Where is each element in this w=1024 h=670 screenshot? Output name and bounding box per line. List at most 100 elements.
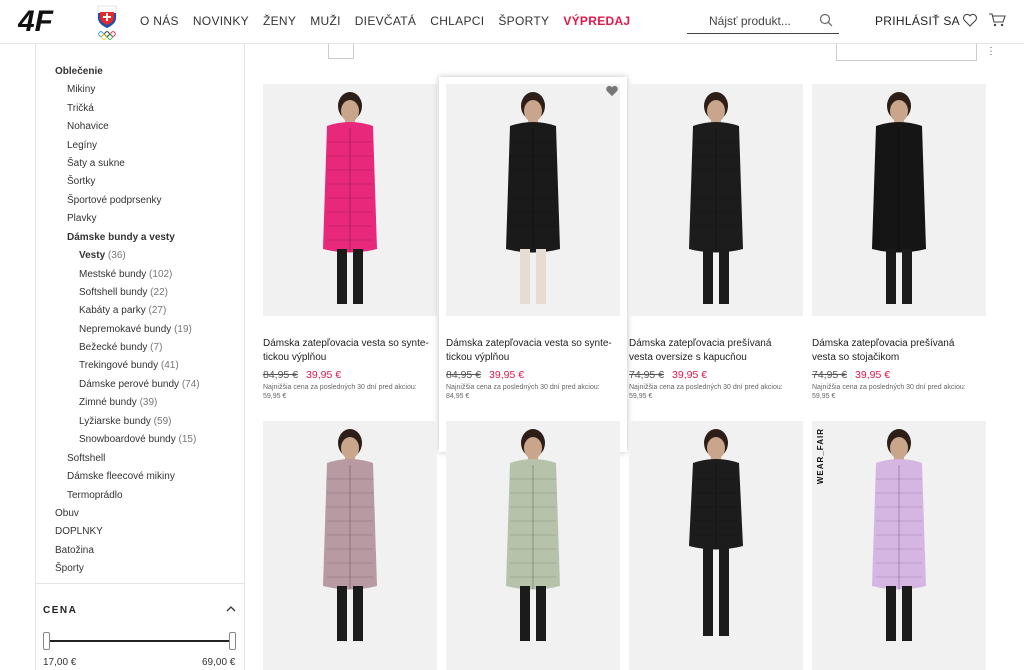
sidebar-item[interactable]: Snowboardové bundy (15) bbox=[79, 434, 196, 445]
sidebar-item[interactable]: Bežecké bundy (7) bbox=[79, 342, 162, 353]
product-prices: 74,95 € 39,95 € bbox=[629, 369, 707, 381]
product-image[interactable] bbox=[263, 84, 437, 316]
nav-chlapci[interactable]: CHLAPCI bbox=[430, 14, 484, 28]
sidebar-item-count: (102) bbox=[149, 269, 173, 280]
product-image[interactable] bbox=[263, 421, 437, 670]
view-toggle[interactable] bbox=[328, 44, 354, 59]
sidebar-item[interactable]: Šaty a sukne bbox=[67, 158, 125, 169]
sidebar-item[interactable]: Plavky bbox=[67, 213, 96, 224]
product-card[interactable] bbox=[812, 421, 986, 670]
sidebar-item-label: Oblečenie bbox=[55, 66, 103, 77]
sidebar-item[interactable]: Batožina bbox=[55, 545, 94, 556]
product-image[interactable] bbox=[812, 84, 986, 316]
product-image[interactable] bbox=[629, 421, 803, 670]
nav-novinky[interactable]: NOVINKY bbox=[193, 14, 249, 28]
sidebar-item[interactable]: Obuv bbox=[55, 508, 79, 519]
sidebar-item[interactable]: Kabáty a parky (27) bbox=[79, 305, 166, 316]
sidebar-item-label: Mestské bundy bbox=[79, 269, 147, 280]
lowest-price-value: 59,95 € bbox=[812, 393, 836, 400]
product-prices: 84,95 € 39,95 € bbox=[446, 369, 524, 381]
sidebar-item[interactable]: DOPLNKY bbox=[55, 526, 103, 537]
price-slider-min-handle[interactable] bbox=[43, 632, 50, 650]
sidebar-item[interactable]: Nepremokavé bundy (19) bbox=[79, 324, 192, 335]
heart-icon[interactable] bbox=[962, 12, 978, 28]
sidebar-item[interactable]: Softshell bbox=[67, 453, 105, 464]
sidebar-item[interactable]: Zimné bundy (39) bbox=[79, 397, 157, 408]
product-card[interactable] bbox=[629, 421, 803, 670]
sidebar-item[interactable]: Šortky bbox=[67, 176, 95, 187]
product-prices: 84,95 € 39,95 € bbox=[263, 369, 341, 381]
sale-price: 39,95 € bbox=[489, 369, 525, 381]
sale-price: 39,95 € bbox=[855, 369, 891, 381]
product-title[interactable]: Dámska zatepľovacia prešívaná vesta overs… bbox=[629, 337, 807, 365]
sidebar-item[interactable]: Dámske bundy a vesty bbox=[67, 232, 175, 243]
sidebar-item-label: Zimné bundy bbox=[79, 397, 137, 408]
brand-logo[interactable]: 4F bbox=[18, 6, 82, 36]
chevron-up-icon[interactable] bbox=[225, 603, 237, 615]
sidebar-item[interactable]: Oblečenie bbox=[55, 66, 103, 77]
lowest-price-value: 59,95 € bbox=[263, 393, 287, 400]
sidebar-item-count: (27) bbox=[148, 305, 167, 316]
model-figure bbox=[506, 429, 560, 641]
nav-zeny[interactable]: ŽENY bbox=[263, 14, 296, 28]
product-image[interactable] bbox=[812, 421, 986, 670]
sidebar-item[interactable]: Legíny bbox=[67, 140, 97, 151]
nav-dievcata[interactable]: DIEVČATÁ bbox=[355, 14, 417, 28]
sidebar-item[interactable]: Softshell bundy (22) bbox=[79, 287, 168, 298]
sidebar-item-count: (39) bbox=[139, 397, 158, 408]
search-input[interactable] bbox=[687, 9, 807, 33]
sidebar-item[interactable]: Dámske fleecové mikiny bbox=[67, 471, 175, 482]
cart-icon[interactable] bbox=[988, 12, 1006, 28]
sidebar-item-label: Legíny bbox=[67, 140, 98, 151]
sidebar-item-label: Trekingové bundy bbox=[79, 360, 159, 371]
sidebar-item[interactable]: Termoprádlo bbox=[67, 490, 123, 501]
price-slider-max-handle[interactable] bbox=[229, 632, 236, 650]
sidebar-item-count: (22) bbox=[150, 287, 168, 298]
nav-vypredaj[interactable]: VÝPREDAJ bbox=[563, 14, 630, 28]
product-title-line: Dámska zatepľovacia vesta so synte- bbox=[446, 338, 612, 349]
sidebar-item-label: Šortky bbox=[67, 176, 96, 187]
search-icon[interactable] bbox=[819, 13, 833, 27]
product-card[interactable]: Dámska zatepľovacia vesta so synte-ticko… bbox=[439, 77, 627, 452]
lowest-price-note: Najnižšia cena za posledných 30 dní pred… bbox=[812, 383, 988, 401]
old-price: 84,95 € bbox=[446, 369, 482, 381]
sidebar-item-label: Termoprádlo bbox=[67, 490, 123, 501]
sidebar-item[interactable]: Mikiny bbox=[67, 84, 95, 95]
product-card[interactable] bbox=[263, 421, 437, 670]
sidebar-divider bbox=[35, 583, 245, 584]
sidebar-item[interactable]: Športové podprsenky bbox=[67, 195, 162, 206]
sidebar-item-label: Nohavice bbox=[67, 121, 109, 132]
sidebar-item-label: Dámske perové bundy bbox=[79, 379, 180, 390]
sidebar-item-label: Obuv bbox=[55, 508, 79, 519]
sidebar-item[interactable]: Trekingové bundy (41) bbox=[79, 360, 179, 371]
price-filter-label[interactable]: CENA bbox=[43, 605, 77, 616]
product-title[interactable]: Dámska zatepľovacia prešívaná vesta so st… bbox=[812, 337, 990, 365]
nav-sporty[interactable]: ŠPORTY bbox=[498, 14, 549, 28]
sidebar-item-label: Nepremokavé bundy bbox=[79, 324, 172, 335]
product-title[interactable]: Dámska zatepľovacia vesta so synte-ticko… bbox=[263, 337, 441, 365]
product-prices: 74,95 € 39,95 € bbox=[812, 369, 890, 381]
product-title-line: Dámska zatepľovacia vesta so synte- bbox=[263, 338, 429, 349]
sidebar-item[interactable]: Dámske perové bundy (74) bbox=[79, 379, 200, 390]
sidebar-item[interactable]: Nohavice bbox=[67, 121, 109, 132]
nav-o-nas[interactable]: O NÁS bbox=[140, 14, 179, 28]
sidebar-item[interactable]: Tričká bbox=[67, 103, 94, 114]
sort-select[interactable] bbox=[836, 44, 977, 61]
old-price: 74,95 € bbox=[629, 369, 665, 381]
sidebar-item[interactable]: Športy bbox=[55, 563, 84, 574]
product-image[interactable] bbox=[446, 84, 620, 316]
sidebar-item-count: (19) bbox=[174, 324, 192, 335]
favorite-heart-icon[interactable] bbox=[605, 85, 619, 97]
sidebar-item[interactable]: Vesty (36) bbox=[79, 250, 126, 261]
sidebar-item[interactable]: Mestské bundy (102) bbox=[79, 269, 172, 280]
price-slider-track[interactable] bbox=[46, 640, 232, 642]
product-image[interactable] bbox=[446, 421, 620, 670]
product-image[interactable] bbox=[629, 84, 803, 316]
sidebar-item[interactable]: Lyžiarske bundy (59) bbox=[79, 416, 171, 427]
nav-muzi[interactable]: MUŽI bbox=[310, 14, 341, 28]
sale-price: 39,95 € bbox=[672, 369, 708, 381]
product-card[interactable] bbox=[446, 421, 620, 670]
sidebar-item-label: Plavky bbox=[67, 213, 97, 224]
login-link[interactable]: PRIHLÁSIŤ SA bbox=[875, 14, 960, 28]
product-title[interactable]: Dámska zatepľovacia vesta so synte-ticko… bbox=[446, 337, 624, 365]
